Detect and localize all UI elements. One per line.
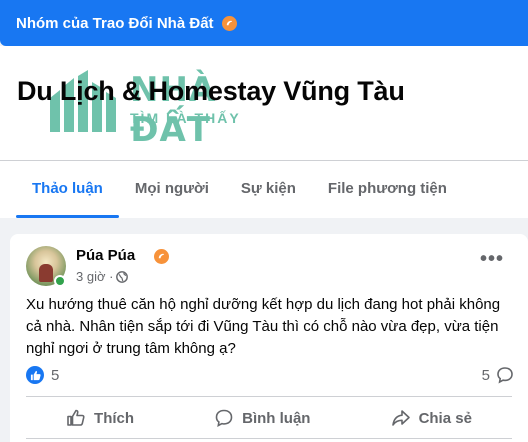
comment-icon bbox=[215, 409, 233, 427]
comment-count-icon bbox=[497, 367, 513, 384]
tab-people[interactable]: Mọi người bbox=[119, 170, 225, 218]
group-title: Du Lịch & Homestay Vũng Tàu bbox=[17, 76, 405, 106]
reaction-summary[interactable]: 5 bbox=[26, 366, 59, 384]
group-badge-icon bbox=[221, 15, 237, 31]
comment-summary[interactable]: 5 bbox=[482, 366, 514, 384]
share-icon bbox=[391, 410, 410, 426]
tab-events[interactable]: Sự kiện bbox=[225, 170, 312, 218]
share-button[interactable]: Chia sẻ bbox=[377, 402, 486, 434]
group-tabs: Thảo luận Mọi người Sự kiện File phương … bbox=[16, 170, 463, 218]
thumbs-up-icon bbox=[67, 409, 85, 426]
group-header: NHÀ ĐẤT TÌM LÀ THẤY Du Lịch & Homestay V… bbox=[0, 46, 528, 218]
reaction-count: 5 bbox=[51, 366, 60, 384]
comment-button[interactable]: Bình luận bbox=[200, 402, 324, 434]
tab-discussion[interactable]: Thảo luận bbox=[16, 170, 119, 218]
tab-media[interactable]: File phương tiện bbox=[312, 170, 463, 218]
public-globe-icon bbox=[116, 270, 129, 283]
post-author[interactable]: Púa Púa bbox=[76, 247, 135, 264]
topbar-title[interactable]: Nhóm của Trao Đổi Nhà Đất bbox=[16, 15, 214, 32]
post-meta: 3 giờ · bbox=[76, 269, 129, 284]
post-body: Xu hướng thuê căn hộ nghỉ dưỡng kết hợp … bbox=[26, 296, 501, 357]
like-label: Thích bbox=[94, 409, 135, 427]
actions-divider bbox=[26, 396, 512, 397]
comment-label: Bình luận bbox=[242, 409, 311, 427]
online-status-icon bbox=[54, 275, 66, 287]
comment-count: 5 bbox=[481, 366, 490, 384]
header-divider bbox=[0, 160, 528, 161]
watermark-tagline: TÌM LÀ THẤY bbox=[130, 110, 241, 126]
post-card: Púa Púa 3 giờ · ••• Xu hướng thuê căn hộ… bbox=[10, 234, 528, 442]
bottom-divider bbox=[26, 438, 512, 439]
post-time[interactable]: 3 giờ · bbox=[76, 269, 113, 284]
group-topbar[interactable]: Nhóm của Trao Đổi Nhà Đất bbox=[0, 0, 528, 46]
more-options-icon[interactable]: ••• bbox=[480, 249, 504, 269]
author-badge-icon bbox=[154, 249, 169, 264]
like-button[interactable]: Thích bbox=[52, 402, 148, 434]
like-reaction-icon bbox=[26, 366, 44, 384]
post-actions: Thích Bình luận Chia sẻ bbox=[26, 402, 512, 434]
share-label: Chia sẻ bbox=[418, 409, 472, 427]
